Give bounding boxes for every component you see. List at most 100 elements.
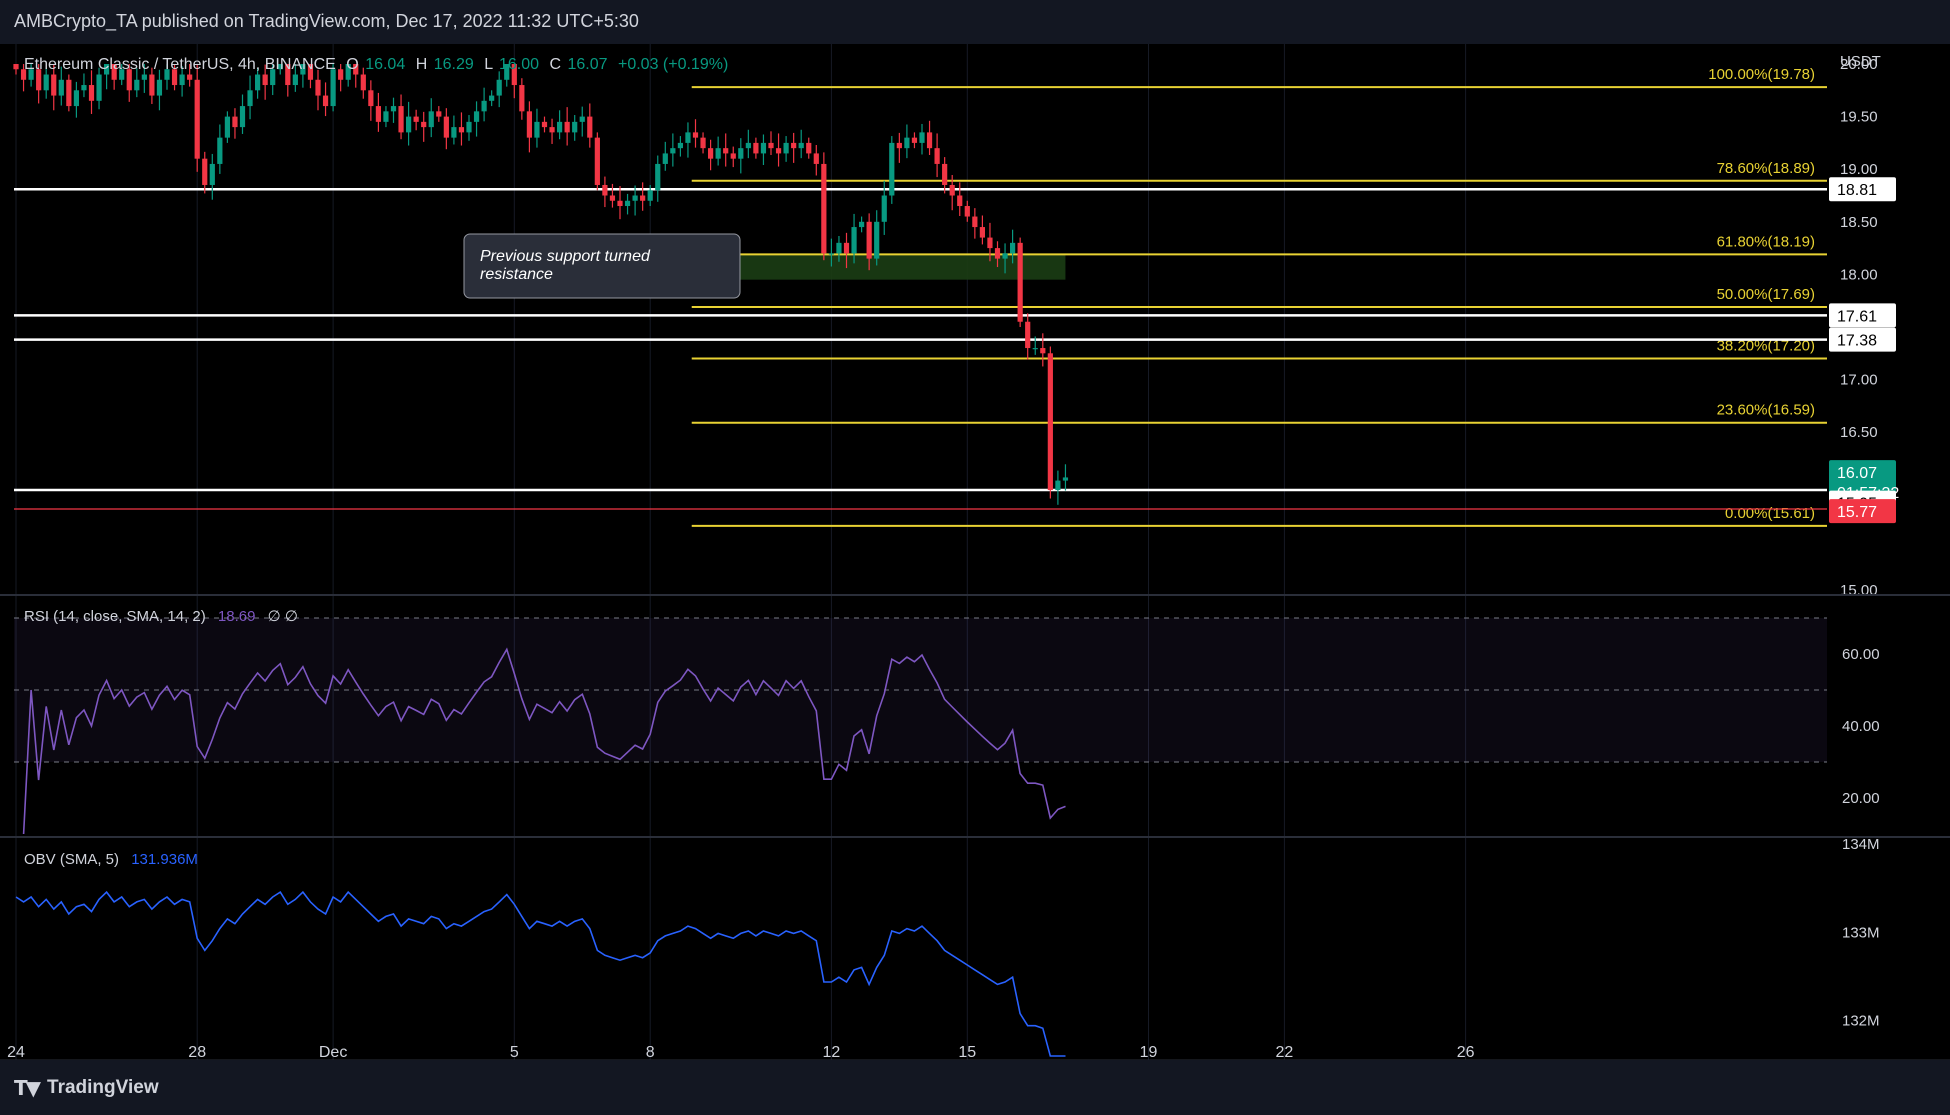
candle-body [202, 158, 208, 185]
candle-body [896, 142, 902, 149]
candle-body [677, 142, 683, 149]
candle-body [708, 148, 714, 159]
time-tick-label: 24 [7, 1044, 25, 1060]
candle-body [43, 74, 49, 91]
candle-body [88, 85, 95, 101]
candle-body [398, 106, 404, 133]
obv-value: 131.936M [131, 851, 198, 868]
candle-body [330, 69, 336, 107]
candle-body [541, 121, 548, 128]
candle-body [798, 142, 804, 149]
candle-body [156, 79, 163, 96]
current-price-badge-text: 16.07 [1837, 465, 1877, 482]
candle-body [96, 74, 102, 101]
candle-body [889, 142, 895, 196]
time-tick-label: 19 [1140, 1044, 1158, 1060]
chart-area[interactable]: 100.00%(19.78) 78.60%(18.89) 61.80%(18.19)… [0, 44, 1950, 1060]
rsi-tick-label: 20.00 [1842, 790, 1880, 807]
rsi-tick-label: 60.00 [1842, 646, 1880, 663]
legend-symbol: Ethereum Classic / TetherUS, 4h, BINANCE [24, 56, 336, 73]
legend-close-label: C [549, 56, 561, 73]
candle-body [421, 121, 427, 128]
candle-body [134, 79, 140, 91]
candle-body [640, 195, 646, 201]
candle-body [904, 137, 910, 149]
annotation-text: Previous support turned [480, 248, 651, 265]
candle-body [843, 242, 850, 254]
price-tick-label: 15.00 [1840, 582, 1878, 599]
rsi-legend: RSI (14, close, SMA, 14, 2) 18.69 ∅ ∅ [24, 608, 298, 625]
candle-body [942, 163, 948, 185]
candle-body [368, 90, 374, 107]
footer-bar [0, 1060, 1950, 1115]
candle-body [413, 116, 419, 122]
legend-open-label: O [346, 56, 358, 73]
candle-body [987, 237, 993, 249]
candle-body [587, 116, 593, 138]
candle-body [428, 111, 434, 128]
obv-tick-label: 133M [1842, 924, 1880, 941]
candle-body [964, 206, 970, 217]
publish-info: AMBCrypto_TA published on TradingView.co… [14, 11, 639, 31]
chart-background [0, 44, 1950, 1060]
candle-body [73, 90, 79, 107]
candle-body [859, 221, 865, 228]
tradingview-logo[interactable]: T▼ TradingView [14, 1076, 159, 1100]
candle-body [934, 148, 940, 164]
price-tick-label: 18.50 [1840, 214, 1878, 231]
candle-body [783, 142, 789, 154]
candle-body [745, 142, 751, 149]
legend-low: 16.00 [499, 56, 539, 73]
candle-body [1025, 321, 1031, 349]
time-tick-label: 12 [823, 1044, 841, 1060]
candle-body [1040, 348, 1046, 354]
fib-level-label: 50.00%(17.69) [1717, 286, 1815, 303]
candle-body [557, 121, 563, 133]
candle-body [911, 137, 918, 143]
candle-body [519, 85, 525, 112]
support-badge-text: 17.61 [1837, 308, 1877, 325]
time-tick-label: Dec [319, 1044, 347, 1060]
price-tick-label: 19.50 [1840, 109, 1878, 126]
candle-body [375, 106, 381, 122]
candle-body [609, 195, 616, 201]
candle-body [232, 116, 238, 128]
fib-level-label: 100.00%(19.78) [1708, 66, 1815, 83]
time-tick-label: 8 [646, 1044, 655, 1060]
candle-body [179, 74, 185, 86]
low-price-badge-text: 15.77 [1837, 504, 1877, 521]
candle-body [549, 127, 555, 133]
candle-body [451, 127, 457, 138]
candle-body [919, 132, 925, 143]
candle-body [1010, 242, 1016, 254]
candle-body [813, 153, 819, 164]
fib-level-label: 0.00%(15.61) [1725, 505, 1815, 522]
candle-body [224, 116, 230, 138]
candle-body [791, 142, 797, 149]
candle-body [881, 195, 887, 222]
candle-body [436, 111, 442, 117]
candle-body [564, 121, 570, 133]
candle-body [828, 253, 834, 255]
time-tick-label: 28 [188, 1044, 206, 1060]
candle-body [806, 142, 812, 154]
candle-body [473, 111, 480, 122]
candle-body [730, 153, 736, 159]
candle-body [66, 79, 72, 107]
candle-body [209, 163, 215, 185]
candle-body [775, 148, 782, 154]
time-tick-label: 26 [1457, 1044, 1475, 1060]
candle-body [723, 148, 729, 154]
candle-body [851, 227, 857, 254]
candle-body [594, 137, 600, 185]
obv-tick-label: 134M [1842, 836, 1880, 853]
candle-body [58, 79, 64, 96]
legend-high-label: H [416, 56, 428, 73]
time-tick-label: 15 [958, 1044, 976, 1060]
candle-body [949, 184, 955, 196]
candle-body [926, 132, 933, 149]
price-tick-label: 17.00 [1840, 372, 1878, 389]
candle-body [1017, 242, 1023, 322]
candle-body [979, 227, 985, 238]
annotation-callout[interactable]: Previous support turnedresistance [463, 233, 741, 299]
